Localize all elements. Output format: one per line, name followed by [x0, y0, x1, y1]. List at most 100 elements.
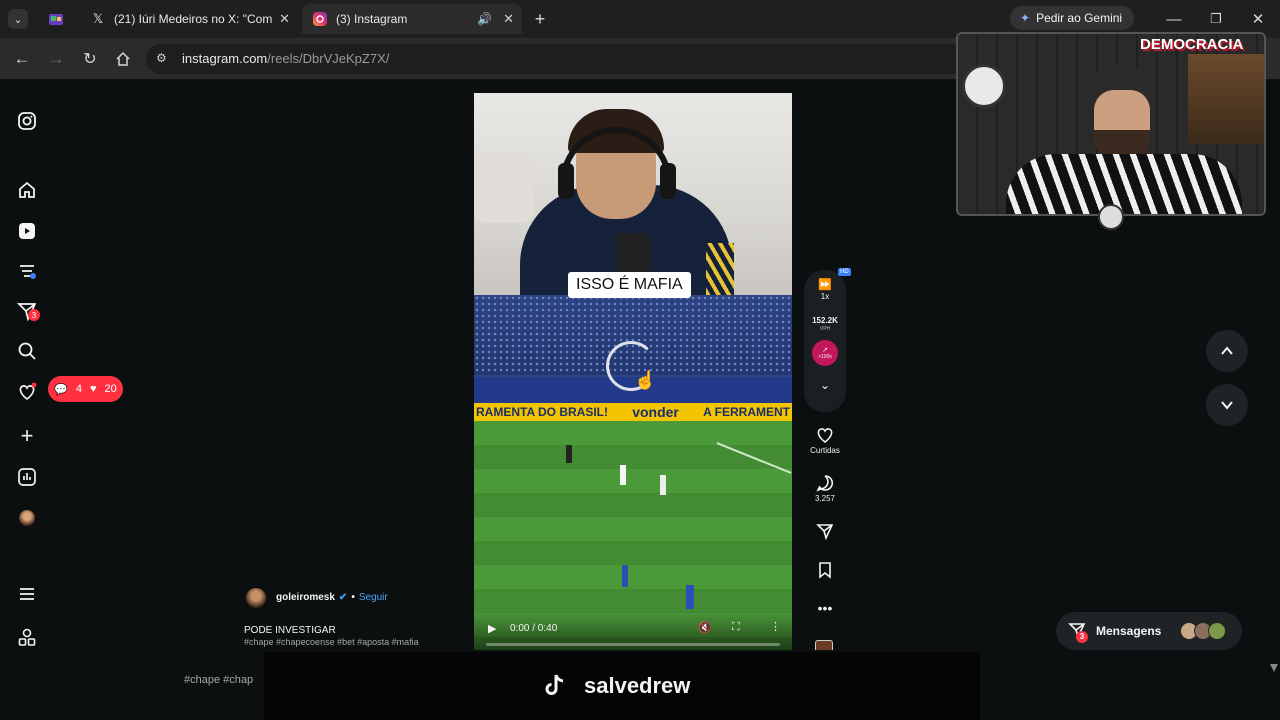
chevron-down-icon: [1221, 401, 1233, 410]
scroll-down-arrow[interactable]: [1270, 664, 1278, 672]
verified-icon: ✔: [338, 592, 348, 603]
notif-comments-count: 4: [75, 383, 83, 395]
views-unit: VPH: [819, 326, 831, 332]
gemini-label: Pedir ao Gemini: [1036, 11, 1123, 25]
progress-bar[interactable]: [486, 643, 780, 646]
chevron-up-icon: [1221, 346, 1233, 355]
comments-count: 3.257: [814, 494, 836, 503]
ad-board: RAMENTA DO BRASIL! vonder A FERRAMENT: [474, 403, 792, 421]
menu-icon[interactable]: [16, 583, 38, 605]
reel-video[interactable]: RAMENTA DO BRASIL! vonder A FERRAMENT IS…: [474, 93, 792, 650]
tab-search-button[interactable]: ⌄: [8, 9, 28, 29]
next-reel-button[interactable]: [1206, 384, 1248, 426]
more-options-icon[interactable]: •••: [808, 600, 842, 616]
close-tab-icon[interactable]: ✕: [279, 11, 290, 27]
player: [622, 565, 628, 587]
video-caption-overlay: ISSO É MAFIA: [568, 272, 691, 298]
home-icon[interactable]: [16, 179, 38, 201]
avatar: [1208, 622, 1226, 640]
extension-icon[interactable]: [48, 11, 64, 27]
fullscreen-icon[interactable]: ⛶: [732, 621, 740, 634]
threads-icon[interactable]: [16, 626, 38, 648]
reel-title: PODE INVESTIGAR: [244, 625, 336, 636]
new-tab-button[interactable]: +: [530, 9, 550, 29]
views-count: 152.2K: [812, 316, 838, 325]
x-logo-icon: 𝕏: [92, 11, 104, 26]
tiktok-icon: [542, 672, 568, 698]
message-avatars: [1180, 622, 1226, 640]
mute-icon[interactable]: 🔇: [698, 621, 712, 634]
like-button[interactable]: Curtidas: [808, 426, 842, 455]
tab-instagram[interactable]: (3) Instagram 🔊 ✕: [302, 4, 522, 34]
site-info-icon[interactable]: ⚙: [156, 51, 167, 65]
shirt-stripes: [706, 243, 734, 295]
gemini-button[interactable]: ✦ Pedir ao Gemini: [1010, 6, 1134, 30]
tiktok-handle: salvedrew: [584, 673, 691, 698]
reel-hashtags[interactable]: #chape #chapecoense #bet #aposta #mafia: [244, 637, 419, 647]
instagram-logo-icon[interactable]: [16, 110, 38, 132]
restore-button[interactable]: ❐: [1206, 9, 1226, 29]
heart-icon[interactable]: [16, 381, 38, 403]
background-pillow: [474, 153, 534, 223]
chevron-down-icon[interactable]: ⌄: [804, 378, 846, 392]
heart-icon: ♥: [90, 383, 97, 395]
reel-hashtags-truncated: #chape #chap: [184, 674, 254, 686]
more-options-icon[interactable]: ⋮: [770, 620, 781, 633]
author-row: goleiromesk ✔ • Seguir: [276, 592, 388, 603]
heart-icon: [817, 428, 833, 444]
previous-reel-button[interactable]: [1206, 330, 1248, 372]
salve-drew-logo: [962, 64, 1006, 108]
direct-icon: 3: [1068, 621, 1088, 643]
close-window-button[interactable]: ✕: [1248, 9, 1268, 29]
ad-board-text-2: A FERRAMENT: [703, 405, 790, 419]
messages-label: Mensagens: [1096, 624, 1162, 638]
reload-button[interactable]: ↻: [80, 49, 100, 69]
notif-likes-count: 20: [104, 383, 117, 395]
player: [686, 585, 694, 609]
player: [620, 465, 626, 485]
boost-value: >100x: [818, 354, 832, 360]
hd-badge: HD: [838, 268, 851, 276]
messages-button[interactable]: 3 Mensagens: [1056, 612, 1242, 650]
author-avatar[interactable]: [246, 588, 266, 608]
play-icon[interactable]: ▶: [488, 622, 496, 635]
comment-button[interactable]: 3.257: [808, 474, 842, 503]
facecam-area: [474, 93, 792, 295]
shelf-figures: [1188, 54, 1264, 144]
ad-board-text: RAMENTA DO BRASIL!: [476, 405, 608, 419]
create-icon[interactable]: +: [16, 423, 38, 448]
tab-title: (3) Instagram: [336, 12, 408, 26]
forward-button[interactable]: →: [46, 49, 66, 69]
messages-badge: 3: [1076, 630, 1088, 643]
player: [660, 475, 666, 495]
url-host: instagram.com: [182, 51, 268, 66]
notification-pill[interactable]: 💬 4 ♥ 20: [48, 376, 123, 402]
fast-forward-icon[interactable]: ⏩: [804, 278, 846, 291]
webcam-banner: DEMOCRACIA: [1140, 36, 1244, 53]
close-tab-icon[interactable]: ✕: [503, 11, 514, 27]
direct-icon[interactable]: 3: [16, 300, 40, 322]
back-button[interactable]: ←: [12, 49, 32, 69]
speaker-icon[interactable]: 🔊: [477, 12, 492, 26]
feed-filter-icon[interactable]: [16, 260, 38, 282]
video-controls: ▶ 0:00 / 0:40 🔇 ⛶ ⋮: [474, 610, 792, 650]
instagram-logo-icon: [312, 11, 328, 27]
gemini-icon: ✦: [1020, 11, 1031, 25]
reels-icon[interactable]: [16, 220, 38, 242]
search-icon[interactable]: [16, 340, 38, 362]
headset-ear-left: [558, 163, 574, 199]
save-button[interactable]: [808, 561, 842, 581]
speed-value: 1x: [820, 292, 830, 301]
author-name[interactable]: goleiromesk: [276, 592, 335, 603]
comment-icon: [816, 475, 833, 492]
bookmark-icon: [819, 562, 831, 579]
minimize-button[interactable]: —: [1164, 9, 1184, 29]
home-button[interactable]: [113, 49, 133, 69]
url-text: instagram.com/reels/DbrVJeKpZ7X/: [182, 51, 389, 66]
profile-avatar[interactable]: [16, 507, 38, 529]
audio-thumbnail[interactable]: [815, 640, 833, 650]
follow-button[interactable]: Seguir: [359, 592, 388, 603]
share-button[interactable]: [808, 522, 842, 542]
tab-x[interactable]: 𝕏 (21) Iúri Medeiros no X: "Come ✕: [80, 4, 298, 34]
dashboard-icon[interactable]: [16, 466, 38, 488]
